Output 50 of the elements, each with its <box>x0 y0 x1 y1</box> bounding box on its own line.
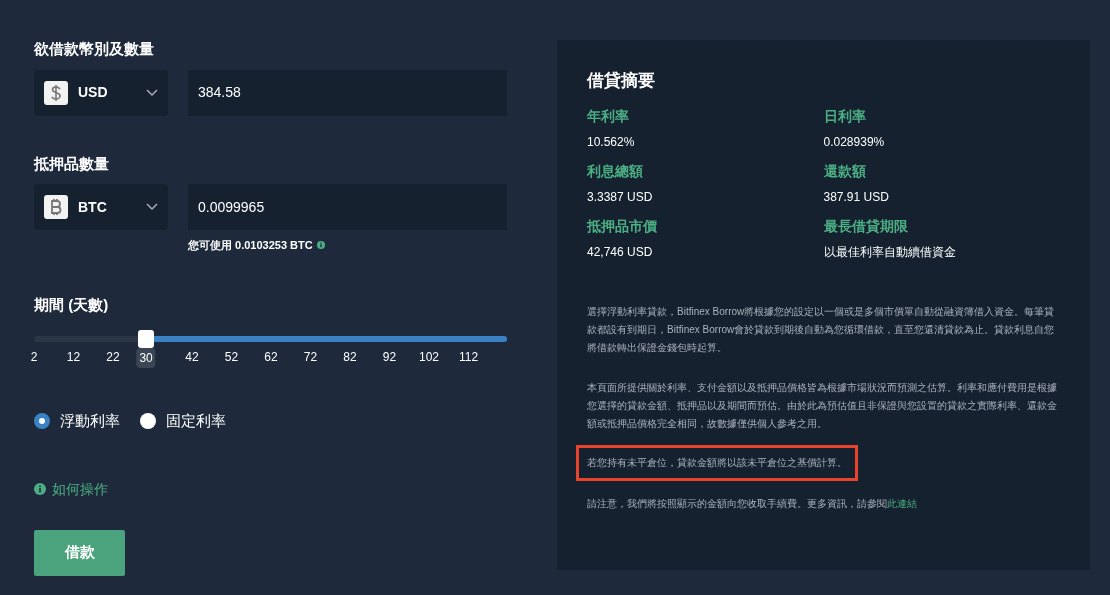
note-text: 若您持有未平倉位，貸款金額將以該未平倉位之基價計算。 <box>576 444 858 481</box>
tick-label: 12 <box>66 349 81 366</box>
chevron-down-icon <box>146 203 158 211</box>
rate-radio[interactable]: 固定利率 <box>140 410 226 433</box>
summary-value: 387.91 USD <box>823 188 890 206</box>
summary-value: 42,746 USD <box>587 243 654 261</box>
tick-label: 82 <box>343 349 357 366</box>
help-link[interactable]: 如何操作 <box>34 478 108 500</box>
field-label: 抵押品數量 <box>34 153 110 174</box>
note-text: 請注意，我們將按照顯示的金額向您收取手續費。更多資訊，請參閱此連結 <box>587 496 918 511</box>
summary-label: 抵押品市價 <box>587 216 658 236</box>
summary-label: 利息總額 <box>587 161 644 181</box>
amount-input[interactable]: 384.58 <box>188 69 507 116</box>
amount-input[interactable]: 0.0099965 <box>188 184 507 230</box>
slider-handle[interactable] <box>138 330 155 348</box>
panel-title: 借貸摘要 <box>587 70 656 92</box>
info-icon <box>34 483 46 495</box>
dollar-icon <box>44 80 68 105</box>
tick-label: 2 <box>30 349 38 366</box>
summary-value: 3.3387 USD <box>587 188 654 206</box>
available-balance: 您可使用 0.0103253 BTC <box>188 238 313 253</box>
note-text: 選擇浮動利率貸款，Bitfinex Borrow將根據您的設定以一個或是多個市價單自動從融資簿借入資金。每筆貸款都設有到期日，Bitfinex Borrow會於貸款到期後自動為您循環借款，直至您還清貸款為止。貸款利息自您將借款轉出保證金錢包時起算。 <box>587 304 1056 355</box>
tick-label: 42 <box>185 349 199 366</box>
bitcoin-icon <box>44 195 68 219</box>
summary-value: 0.028939% <box>823 133 886 151</box>
summary-label: 日利率 <box>823 106 867 126</box>
tick-label: 62 <box>264 349 278 366</box>
note-text: 本頁面所提供關於利率、支付金額以及抵押品價格皆為根據市場狀況而預測之估算。利率和應付費用是根據您選擇的貸款金額、抵押品以及期間而預估。由於此為預估值且非保證與您設置的貸款之實際利率、還款金額或抵押品價格完全相同，故數據僅供個人參考之用。 <box>587 380 1058 431</box>
tick-label: 52 <box>224 349 239 366</box>
currency-select[interactable]: BTC <box>34 184 168 230</box>
tick-label: 112 <box>458 349 479 366</box>
tick-label: 22 <box>106 349 120 366</box>
radio-icon[interactable] <box>34 413 50 430</box>
radio-icon[interactable] <box>140 413 156 430</box>
link[interactable]: 此連結 <box>887 497 917 509</box>
chevron-down-icon <box>146 88 158 97</box>
tick-label: 92 <box>382 349 397 366</box>
currency-select[interactable]: USD <box>34 69 168 116</box>
summary-label: 年利率 <box>587 106 630 126</box>
info-icon <box>316 241 325 250</box>
summary-label: 還款額 <box>823 161 867 181</box>
summary-value: 10.562% <box>587 133 636 151</box>
field-label: 欲借款幣別及數量 <box>34 39 155 59</box>
rate-radio[interactable]: 浮動利率 <box>34 410 120 433</box>
field-label: 期間 (天數) <box>34 294 110 315</box>
tick-label: 72 <box>303 349 318 366</box>
tick-label: 102 <box>419 349 439 366</box>
summary-value: 以最佳利率自動續借資金 <box>823 243 957 261</box>
summary-label: 最長借貸期限 <box>823 216 909 236</box>
slider-value: 30 <box>136 348 156 368</box>
